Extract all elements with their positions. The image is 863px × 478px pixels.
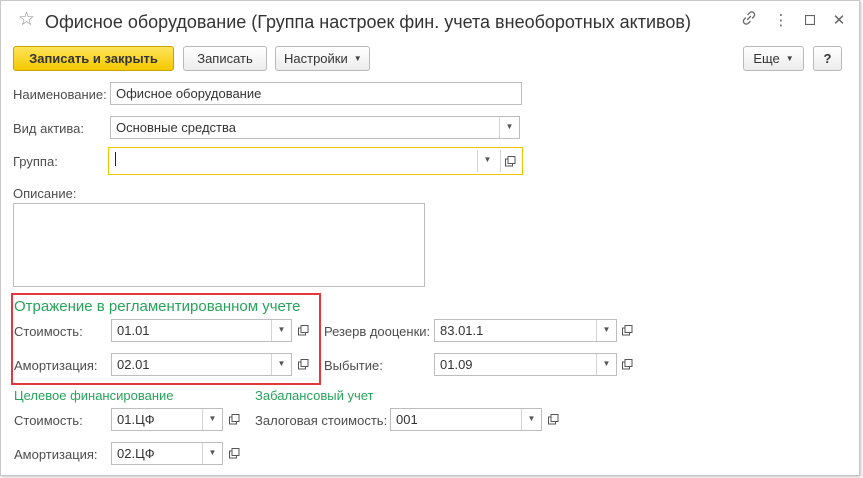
dropdown-arrow-icon[interactable]: ▼ bbox=[596, 320, 616, 341]
regulated-cost-field[interactable]: 01.01 ▼ bbox=[111, 319, 292, 342]
disposal-label: Выбытие: bbox=[324, 358, 383, 373]
revaluation-reserve-field[interactable]: 83.01.1 ▼ bbox=[434, 319, 617, 342]
open-icon[interactable] bbox=[293, 353, 313, 376]
open-icon[interactable] bbox=[543, 408, 563, 431]
offbalance-section-title: Забалансовый учет bbox=[255, 388, 374, 403]
close-icon[interactable]: ✕ bbox=[829, 11, 849, 31]
more-vertical-icon[interactable]: ⋮ bbox=[771, 11, 791, 31]
dropdown-arrow-icon[interactable]: ▼ bbox=[202, 443, 222, 464]
collateral-cost-field[interactable]: 001 ▼ bbox=[390, 408, 542, 431]
dropdown-arrow-icon[interactable]: ▼ bbox=[271, 320, 291, 341]
dropdown-arrow-icon[interactable]: ▼ bbox=[271, 354, 291, 375]
open-icon[interactable] bbox=[500, 150, 520, 172]
targeted-section-title: Целевое финансирование bbox=[14, 388, 174, 403]
revaluation-reserve-value: 83.01.1 bbox=[440, 323, 484, 338]
targeted-amortization-label: Амортизация: bbox=[14, 447, 98, 462]
name-field[interactable]: Офисное оборудование bbox=[110, 82, 522, 105]
targeted-amortization-field[interactable]: 02.ЦФ ▼ bbox=[111, 442, 223, 465]
form-window: ☆ Офисное оборудование (Группа настроек … bbox=[0, 0, 860, 476]
regulated-amortization-value: 02.01 bbox=[117, 357, 150, 372]
regulated-amortization-field[interactable]: 02.01 ▼ bbox=[111, 353, 292, 376]
regulated-cost-value: 01.01 bbox=[117, 323, 150, 338]
disposal-field[interactable]: 01.09 ▼ bbox=[434, 353, 617, 376]
more-button-label: Еще bbox=[753, 51, 780, 66]
open-icon[interactable] bbox=[617, 319, 637, 342]
window-title: Офисное оборудование (Группа настроек фи… bbox=[45, 12, 691, 32]
targeted-amortization-value: 02.ЦФ bbox=[117, 446, 155, 461]
targeted-cost-field[interactable]: 01.ЦФ ▼ bbox=[111, 408, 223, 431]
targeted-cost-value: 01.ЦФ bbox=[117, 412, 155, 427]
group-field[interactable]: ▼ bbox=[108, 147, 523, 175]
more-button[interactable]: Еще ▼ bbox=[743, 46, 804, 71]
dropdown-arrow-icon[interactable]: ▼ bbox=[499, 117, 519, 138]
save-and-close-button[interactable]: Записать и закрыть bbox=[13, 46, 174, 71]
title-bar: ☆ Офисное оборудование (Группа настроек … bbox=[1, 1, 859, 41]
settings-button[interactable]: Настройки ▼ bbox=[275, 46, 370, 71]
open-icon[interactable] bbox=[224, 442, 244, 465]
text-cursor bbox=[115, 152, 116, 166]
regulated-section-title: Отражение в регламентированном учете bbox=[14, 298, 301, 315]
group-label: Группа: bbox=[13, 154, 58, 169]
dropdown-arrow-icon[interactable]: ▼ bbox=[202, 409, 222, 430]
collateral-cost-label: Залоговая стоимость: bbox=[255, 413, 388, 428]
help-button[interactable]: ? bbox=[813, 46, 842, 71]
dropdown-arrow-icon[interactable]: ▼ bbox=[521, 409, 541, 430]
regulated-cost-label: Стоимость: bbox=[14, 324, 83, 339]
asset-type-value: Основные средства bbox=[116, 120, 236, 135]
star-icon[interactable]: ☆ bbox=[18, 8, 35, 32]
disposal-value: 01.09 bbox=[440, 357, 473, 372]
regulated-amortization-label: Амортизация: bbox=[14, 358, 98, 373]
dropdown-arrow-icon[interactable]: ▼ bbox=[477, 150, 497, 172]
asset-type-field[interactable]: Основные средства ▼ bbox=[110, 116, 520, 139]
chevron-down-icon: ▼ bbox=[353, 54, 362, 63]
name-label: Наименование: bbox=[13, 87, 107, 102]
open-icon[interactable] bbox=[224, 408, 244, 431]
open-icon[interactable] bbox=[617, 353, 637, 376]
targeted-cost-label: Стоимость: bbox=[14, 413, 83, 428]
minimize-icon[interactable] bbox=[800, 11, 820, 31]
description-textarea[interactable] bbox=[13, 203, 425, 287]
dropdown-arrow-icon[interactable]: ▼ bbox=[596, 354, 616, 375]
settings-button-label: Настройки bbox=[284, 51, 348, 66]
name-value: Офисное оборудование bbox=[116, 86, 262, 101]
description-label: Описание: bbox=[13, 186, 77, 201]
open-icon[interactable] bbox=[293, 319, 313, 342]
asset-type-label: Вид актива: bbox=[13, 121, 85, 136]
save-button[interactable]: Записать bbox=[183, 46, 267, 71]
link-icon[interactable] bbox=[739, 11, 759, 31]
revaluation-reserve-label: Резерв дооценки: bbox=[324, 324, 431, 339]
collateral-cost-value: 001 bbox=[396, 412, 418, 427]
chevron-down-icon: ▼ bbox=[785, 54, 794, 63]
